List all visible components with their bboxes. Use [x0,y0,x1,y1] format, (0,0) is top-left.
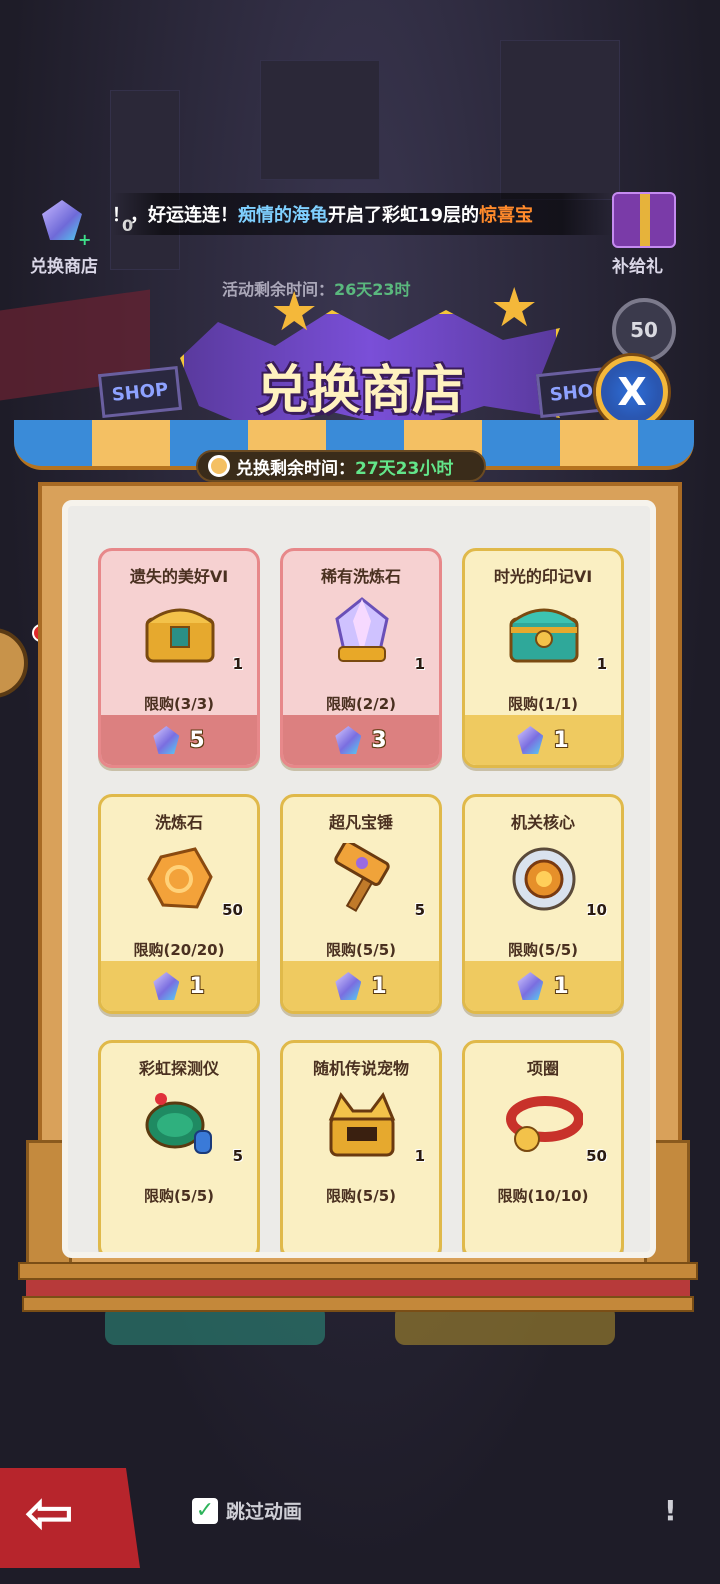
gem-icon [335,972,362,1000]
item-name: 稀有洗炼石 [320,567,401,586]
purchase-limit: 限购(5/5) [143,1187,215,1205]
shop-banner: ★ ★ SHOP SHOP 兑换商店 [30,276,690,440]
item-name: 随机传说宠物 [312,1059,409,1078]
star-icon: ★ [490,276,539,339]
shop-item-card[interactable]: 彩虹探测仪 5 限购(5/5) [98,1040,260,1252]
shop-item-card[interactable]: 超凡宝锤 5 限购(5/5) 1 [280,794,442,1014]
back-arrow-icon: ⇦ [24,1478,75,1548]
purchase-limit: 限购(20/20) [133,941,225,959]
purchase-limit: 限购(5/5) [325,941,397,959]
item-cost: 1 [553,727,569,753]
purchase-limit: 限购(5/5) [325,1187,397,1205]
item-list-panel[interactable]: 遗失的美好VI 1 限购(3/3) 5 稀有洗炼石 1 限购(2/2) 3 时光的印记VI 1 限购… [62,500,656,1258]
shop-item-card[interactable]: 机关核心 10 限购(5/5) 1 [462,794,624,1014]
exchange-shop-shortcut[interactable]: + 兑换商店 [22,196,122,286]
buy-button[interactable]: 1 [283,961,439,1011]
item-name: 遗失的美好VI [129,567,229,586]
shop-item-card[interactable]: 稀有洗炼石 1 限购(2/2) 3 [280,548,442,768]
item-cost: 1 [553,973,569,999]
item-name: 时光的印记VI [493,567,593,586]
teal-chest-icon [505,597,583,667]
item-name: 机关核心 [510,813,575,832]
ticker-middle: 开启了彩虹19层的 [328,205,480,226]
skip-animation-toggle[interactable]: ✓ 跳过动画 [192,1497,302,1524]
ticker-reward: 惊喜宝 [479,205,534,226]
purchase-limit: 限购(1/1) [507,695,579,713]
shop-item-card[interactable]: 遗失的美好VI 1 限购(3/3) 5 [98,548,260,768]
item-name: 超凡宝锤 [328,813,393,832]
item-quantity: 50 [222,901,243,919]
exchange-timer-value: 27天23小时 [355,458,454,479]
purchase-limit: 限购(2/2) [325,695,397,713]
item-cost: 5 [189,727,205,753]
crystal-gem-icon [323,597,401,667]
supply-gift-label: 补给礼 [612,257,663,277]
shop-item-card[interactable]: 项圈 50 限购(10/10) [462,1040,624,1252]
gem-icon [42,200,82,240]
frame-base [26,1280,690,1296]
ticker-player: 痴情的海龟 [238,205,328,226]
exchange-timer: 兑换剩余时间： 27天23小时 [196,450,486,482]
item-quantity: 1 [232,655,243,673]
exchange-shop-label: 兑换商店 [30,257,98,277]
golden-chest-icon [141,597,219,667]
skip-animation-label: 跳过动画 [226,1501,303,1523]
item-name: 彩虹探测仪 [138,1059,219,1078]
item-quantity: 5 [232,1147,243,1165]
item-name: 项圈 [526,1059,559,1078]
purchase-limit: 限购(10/10) [497,1187,589,1205]
back-button[interactable]: ⇦ [0,1468,140,1568]
item-quantity: 50 [586,1147,607,1165]
shop-item-card[interactable]: 时光的印记VI 1 限购(1/1) 1 [462,548,624,768]
purchase-limit: 限购(5/5) [507,941,579,959]
checkbox-checked-icon[interactable]: ✓ [192,1497,218,1524]
item-quantity: 10 [586,901,607,919]
shop-item-card[interactable]: 随机传说宠物 1 限购(5/5) [280,1040,442,1252]
item-quantity: 5 [414,901,425,919]
item-grid: 遗失的美好VI 1 限购(3/3) 5 稀有洗炼石 1 限购(2/2) 3 时光的印记VI 1 限购… [98,548,628,1252]
close-button[interactable]: X [596,356,668,428]
gem-icon [153,726,180,754]
item-quantity: 1 [414,655,425,673]
detector-icon [141,1089,219,1159]
gift-box-icon[interactable] [612,192,676,248]
collar-icon [505,1089,584,1159]
exchange-timer-label: 兑换剩余时间： [236,458,355,479]
ticker-prefix: ！，好运连连！ [112,205,238,226]
frame-base [22,1296,694,1312]
buy-button[interactable]: 3 [283,715,439,765]
page-title: 兑换商店 [255,361,464,421]
buy-button[interactable]: 1 [465,715,621,765]
buy-button[interactable]: 5 [101,715,257,765]
bg-building [500,40,620,200]
item-cost: 1 [189,973,205,999]
clock-icon [208,455,230,477]
item-quantity: 1 [596,655,607,673]
gem-icon [153,972,180,1000]
amber-stone-icon [141,843,219,913]
shop-item-card[interactable]: 洗炼石 50 限购(20/20) 1 [98,794,260,1014]
announcement-ticker: ！，好运连连！ 痴情的海龟 开启了彩虹19层的 惊喜宝 [112,193,612,235]
plus-icon: + [78,230,92,249]
gem-icon [335,726,362,754]
buy-button[interactable]: 1 [101,961,257,1011]
bg-building [260,60,380,180]
gem-icon [517,972,544,1000]
item-name: 洗炼石 [154,813,203,832]
purchase-limit: 限购(3/3) [143,695,215,713]
mech-core-icon [505,843,583,913]
item-cost: 3 [371,727,387,753]
item-quantity: 1 [414,1147,425,1165]
alert-icon[interactable]: ! [664,1494,677,1527]
buy-button[interactable]: 1 [465,961,621,1011]
hammer-icon [323,840,401,913]
item-cost: 1 [371,973,387,999]
frame-base [18,1262,698,1280]
pet-chest-icon [323,1089,401,1159]
star-icon: ★ [270,280,319,343]
gem-icon [517,726,544,754]
